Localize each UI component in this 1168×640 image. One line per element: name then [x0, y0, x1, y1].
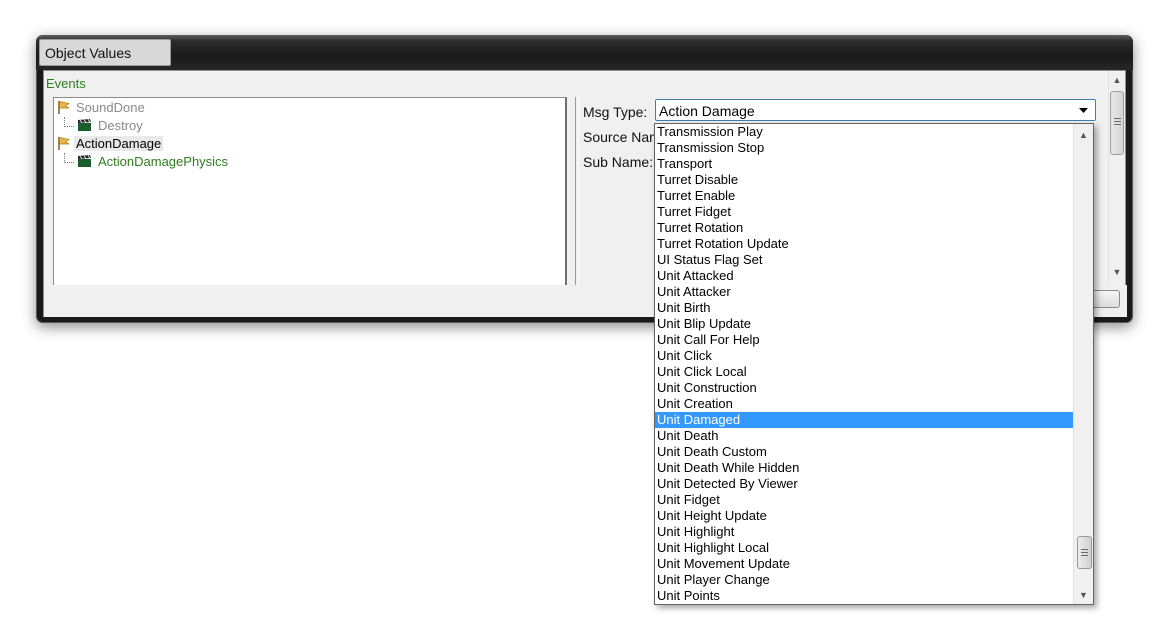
- grip-line: [1081, 552, 1088, 553]
- flag-icon: [57, 100, 71, 114]
- dropdown-scrollbar[interactable]: ▲ ▼: [1073, 124, 1093, 604]
- sub-name-label: Sub Name:: [583, 154, 654, 170]
- dropdown-option[interactable]: Unit Detected By Viewer: [655, 476, 1073, 492]
- source-name-label: Source Nan: [583, 129, 657, 145]
- dropdown-option[interactable]: Turret Fidget: [655, 204, 1073, 220]
- chevron-down-icon[interactable]: [1075, 101, 1092, 119]
- tree-connector: [64, 126, 74, 127]
- clapperboard-icon: [77, 118, 92, 131]
- grip-line: [1114, 121, 1121, 122]
- dropdown-option[interactable]: Turret Rotation Update: [655, 236, 1073, 252]
- events-label: Events: [46, 76, 86, 91]
- grip-line: [1081, 549, 1088, 550]
- scroll-up-icon[interactable]: ▲: [1109, 71, 1125, 88]
- dropdown-option[interactable]: Unit Attacker: [655, 284, 1073, 300]
- bottom-button[interactable]: [1090, 290, 1120, 308]
- scroll-down-icon[interactable]: ▼: [1109, 263, 1125, 280]
- tree-item-actiondamage[interactable]: ActionDamage: [57, 135, 164, 153]
- dropdown-option[interactable]: Turret Enable: [655, 188, 1073, 204]
- dropdown-option[interactable]: Unit Call For Help: [655, 332, 1073, 348]
- scrollbar-thumb[interactable]: [1110, 91, 1124, 155]
- window-title: Object Values: [39, 39, 171, 66]
- flag-icon: [57, 136, 71, 150]
- tree-item-label: Destroy: [98, 118, 143, 133]
- dropdown-option[interactable]: Turret Disable: [655, 172, 1073, 188]
- dropdown-option[interactable]: Unit Death While Hidden: [655, 460, 1073, 476]
- window-titlebar[interactable]: Object Values: [36, 35, 1133, 70]
- tree-item-sounddone[interactable]: SoundDone: [57, 99, 147, 117]
- panel-splitter[interactable]: [575, 97, 579, 287]
- scrollbar-thumb[interactable]: [1077, 536, 1092, 569]
- dropdown-option[interactable]: Unit Damaged: [655, 412, 1073, 428]
- dropdown-options: Transmission Play Transmission Stop Transp…: [655, 124, 1073, 604]
- dropdown-option[interactable]: Unit Click: [655, 348, 1073, 364]
- grip-line: [1114, 124, 1121, 125]
- tree-connector: [64, 162, 74, 163]
- dropdown-option[interactable]: Unit Points: [655, 588, 1073, 604]
- tree-item-actiondamagephysics[interactable]: ActionDamagePhysics: [77, 153, 230, 171]
- window-scrollbar[interactable]: ▲ ▼: [1108, 71, 1125, 285]
- dropdown-option[interactable]: Transmission Play: [655, 124, 1073, 140]
- msg-type-combobox[interactable]: Action Damage: [655, 99, 1096, 121]
- dropdown-option[interactable]: Unit Movement Update: [655, 556, 1073, 572]
- dropdown-option[interactable]: Unit Highlight: [655, 524, 1073, 540]
- dropdown-option[interactable]: Unit Height Update: [655, 508, 1073, 524]
- dropdown-option[interactable]: Turret Rotation: [655, 220, 1073, 236]
- dropdown-option[interactable]: UI Status Flag Set: [655, 252, 1073, 268]
- msg-type-dropdown-list[interactable]: Transmission Play Transmission Stop Transp…: [654, 123, 1094, 605]
- dropdown-option[interactable]: Unit Highlight Local: [655, 540, 1073, 556]
- dropdown-option[interactable]: Unit Creation: [655, 396, 1073, 412]
- dropdown-option[interactable]: Unit Death Custom: [655, 444, 1073, 460]
- dropdown-option[interactable]: Transmission Stop: [655, 140, 1073, 156]
- dropdown-option[interactable]: Unit Click Local: [655, 364, 1073, 380]
- tree-item-label: ActionDamagePhysics: [98, 154, 229, 169]
- tree-item-label: ActionDamage: [74, 136, 164, 151]
- msg-type-label: Msg Type:: [583, 104, 648, 120]
- tree-item-destroy[interactable]: Destroy: [77, 117, 145, 135]
- dropdown-option[interactable]: Unit Death: [655, 428, 1073, 444]
- clapperboard-icon: [77, 154, 92, 167]
- dropdown-option[interactable]: Unit Blip Update: [655, 316, 1073, 332]
- dropdown-option[interactable]: Unit Fidget: [655, 492, 1073, 508]
- dropdown-option[interactable]: Unit Birth: [655, 300, 1073, 316]
- tree-item-label: SoundDone: [76, 100, 145, 115]
- dropdown-option[interactable]: Unit Attacked: [655, 268, 1073, 284]
- dropdown-option[interactable]: Unit Construction: [655, 380, 1073, 396]
- dropdown-option[interactable]: Unit Player Change: [655, 572, 1073, 588]
- grip-line: [1114, 118, 1121, 119]
- msg-type-value: Action Damage: [659, 103, 755, 119]
- scroll-up-icon[interactable]: ▲: [1074, 126, 1093, 143]
- scroll-down-icon[interactable]: ▼: [1074, 586, 1093, 603]
- grip-line: [1081, 555, 1088, 556]
- events-tree[interactable]: SoundDone Destroy ActionDamage ActionDam…: [53, 97, 567, 285]
- dropdown-option[interactable]: Transport: [655, 156, 1073, 172]
